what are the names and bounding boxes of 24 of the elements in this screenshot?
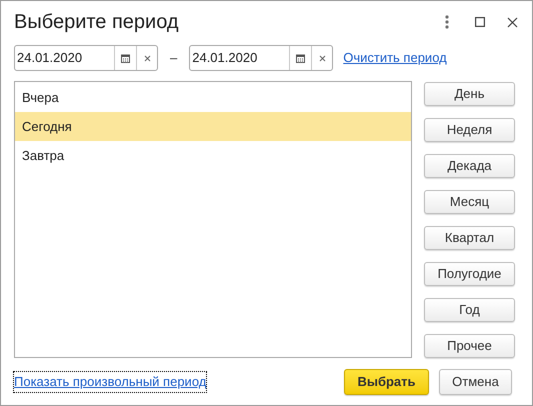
window-title: Выберите период [14, 10, 180, 35]
period-button[interactable]: Квартал [424, 226, 515, 250]
period-button[interactable]: День [424, 82, 515, 106]
period-button[interactable]: Неделя [424, 118, 515, 142]
custom-period-link[interactable]: Показать произвольный период [14, 372, 206, 392]
calendar-icon[interactable] [121, 54, 130, 62]
clear-icon[interactable] [318, 54, 326, 62]
period-button[interactable]: Прочее [424, 334, 515, 358]
clear-icon[interactable] [144, 54, 150, 62]
period-button[interactable]: Год [424, 298, 515, 322]
maximize-icon[interactable] [475, 17, 485, 27]
date-field[interactable]: 24.01.2020 [189, 45, 334, 71]
more-icon[interactable] [445, 15, 449, 29]
calendar-icon[interactable] [296, 54, 306, 62]
period-button[interactable]: Декада [424, 154, 515, 178]
period-button[interactable]: Месяц [424, 190, 515, 214]
select-button[interactable]: Выбрать [344, 369, 429, 395]
list-item[interactable]: Сегодня [15, 112, 411, 141]
cancel-button[interactable]: Отмена [439, 369, 512, 395]
close-icon[interactable] [507, 16, 518, 28]
period-button[interactable]: Полугодие [424, 262, 515, 286]
date-field[interactable]: 24.01.2020 [14, 45, 158, 71]
clear-period-link[interactable]: Очистить период [343, 48, 447, 68]
range-dash: – [170, 49, 178, 68]
